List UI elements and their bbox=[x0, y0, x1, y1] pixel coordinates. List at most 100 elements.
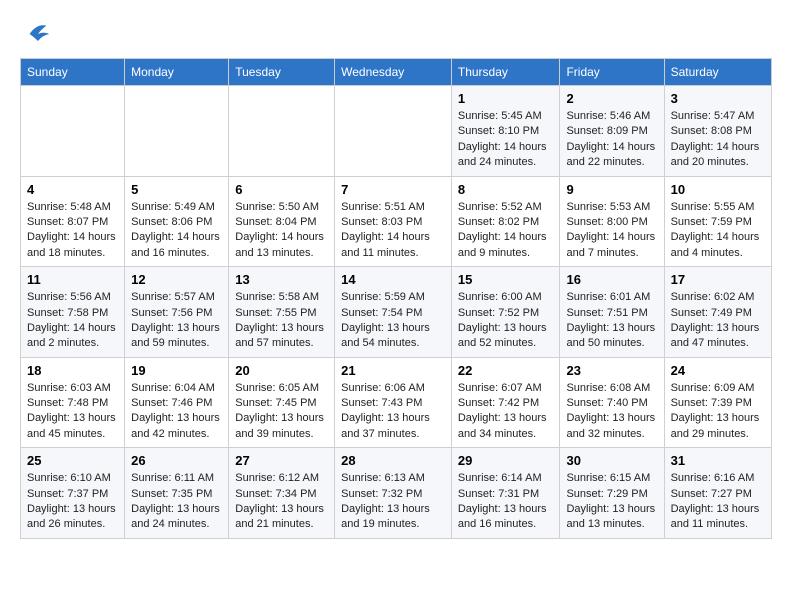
day-number: 15 bbox=[458, 272, 554, 287]
calendar-cell: 17 Sunrise: 6:02 AMSunset: 7:49 PMDayligh… bbox=[664, 267, 771, 358]
calendar-week-1: 1Sunrise: 5:45 AMSunset: 8:10 PMDaylight… bbox=[21, 86, 772, 177]
day-number: 9 bbox=[566, 182, 657, 197]
header-row: SundayMondayTuesdayWednesdayThursdayFrid… bbox=[21, 59, 772, 86]
day-number: 31 bbox=[671, 453, 765, 468]
calendar-cell: 1Sunrise: 5:45 AMSunset: 8:10 PMDaylight… bbox=[451, 86, 560, 177]
calendar-cell: 15 Sunrise: 6:00 AMSunset: 7:52 PMDayligh… bbox=[451, 267, 560, 358]
day-info: Sunrise: 6:06 AMSunset: 7:43 PMDaylight:… bbox=[341, 381, 445, 443]
day-number: 20 bbox=[235, 363, 328, 378]
calendar-cell: 31 Sunrise: 6:16 AMSunset: 7:27 PMDayligh… bbox=[664, 448, 771, 539]
calendar-cell: 30 Sunrise: 6:15 AMSunset: 7:29 PMDayligh… bbox=[560, 448, 664, 539]
calendar-cell: 25Sunrise: 6:10 AMSunset: 7:37 PMDayligh… bbox=[21, 448, 125, 539]
day-number: 22 bbox=[458, 363, 554, 378]
day-info: Sunrise: 5:52 AMSunset: 8:02 PMDaylight:… bbox=[458, 200, 554, 262]
day-info: Sunrise: 6:15 AMSunset: 7:29 PMDaylight:… bbox=[566, 471, 657, 533]
calendar-cell: 24 Sunrise: 6:09 AMSunset: 7:39 PMDayligh… bbox=[664, 357, 771, 448]
page-header bbox=[20, 20, 772, 48]
day-number: 17 bbox=[671, 272, 765, 287]
calendar-week-2: 4 Sunrise: 5:48 AMSunset: 8:07 PMDaylight… bbox=[21, 176, 772, 267]
day-info: Sunrise: 6:00 AMSunset: 7:52 PMDaylight:… bbox=[458, 290, 554, 352]
calendar-cell: 6 Sunrise: 5:50 AMSunset: 8:04 PMDaylight… bbox=[229, 176, 335, 267]
day-info: Sunrise: 5:53 AMSunset: 8:00 PMDaylight:… bbox=[566, 200, 657, 262]
calendar-cell: 10Sunrise: 5:55 AMSunset: 7:59 PMDayligh… bbox=[664, 176, 771, 267]
calendar-cell: 5 Sunrise: 5:49 AMSunset: 8:06 PMDaylight… bbox=[125, 176, 229, 267]
day-number: 19 bbox=[131, 363, 222, 378]
day-info: Sunrise: 5:47 AMSunset: 8:08 PMDaylight:… bbox=[671, 109, 765, 171]
day-number: 8 bbox=[458, 182, 554, 197]
day-header-saturday: Saturday bbox=[664, 59, 771, 86]
day-number: 4 bbox=[27, 182, 118, 197]
day-number: 25 bbox=[27, 453, 118, 468]
calendar-week-5: 25Sunrise: 6:10 AMSunset: 7:37 PMDayligh… bbox=[21, 448, 772, 539]
calendar-cell: 7 Sunrise: 5:51 AMSunset: 8:03 PMDaylight… bbox=[335, 176, 452, 267]
calendar-cell: 28Sunrise: 6:13 AMSunset: 7:32 PMDayligh… bbox=[335, 448, 452, 539]
calendar-cell: 27Sunrise: 6:12 AMSunset: 7:34 PMDayligh… bbox=[229, 448, 335, 539]
calendar-cell: 2Sunrise: 5:46 AMSunset: 8:09 PMDaylight… bbox=[560, 86, 664, 177]
calendar-cell: 13Sunrise: 5:58 AMSunset: 7:55 PMDayligh… bbox=[229, 267, 335, 358]
day-info: Sunrise: 5:50 AMSunset: 8:04 PMDaylight:… bbox=[235, 200, 328, 262]
calendar-cell: 21 Sunrise: 6:06 AMSunset: 7:43 PMDayligh… bbox=[335, 357, 452, 448]
day-number: 27 bbox=[235, 453, 328, 468]
day-info: Sunrise: 6:05 AMSunset: 7:45 PMDaylight:… bbox=[235, 381, 328, 443]
calendar-cell: 11 Sunrise: 5:56 AMSunset: 7:58 PMDayligh… bbox=[21, 267, 125, 358]
day-number: 24 bbox=[671, 363, 765, 378]
day-number: 21 bbox=[341, 363, 445, 378]
day-number: 29 bbox=[458, 453, 554, 468]
calendar-cell: 12 Sunrise: 5:57 AMSunset: 7:56 PMDayligh… bbox=[125, 267, 229, 358]
day-number: 26 bbox=[131, 453, 222, 468]
day-info: Sunrise: 6:03 AMSunset: 7:48 PMDaylight:… bbox=[27, 381, 118, 443]
day-info: Sunrise: 5:57 AMSunset: 7:56 PMDaylight:… bbox=[131, 290, 222, 352]
calendar-cell: 29 Sunrise: 6:14 AMSunset: 7:31 PMDayligh… bbox=[451, 448, 560, 539]
calendar-cell: 26 Sunrise: 6:11 AMSunset: 7:35 PMDayligh… bbox=[125, 448, 229, 539]
calendar-cell: 18 Sunrise: 6:03 AMSunset: 7:48 PMDayligh… bbox=[21, 357, 125, 448]
calendar-cell: 3 Sunrise: 5:47 AMSunset: 8:08 PMDaylight… bbox=[664, 86, 771, 177]
day-info: Sunrise: 5:45 AMSunset: 8:10 PMDaylight:… bbox=[458, 109, 554, 171]
day-info: Sunrise: 6:02 AMSunset: 7:49 PMDaylight:… bbox=[671, 290, 765, 352]
day-info: Sunrise: 5:48 AMSunset: 8:07 PMDaylight:… bbox=[27, 200, 118, 262]
day-info: Sunrise: 6:08 AMSunset: 7:40 PMDaylight:… bbox=[566, 381, 657, 443]
calendar-cell bbox=[335, 86, 452, 177]
day-number: 5 bbox=[131, 182, 222, 197]
day-number: 10 bbox=[671, 182, 765, 197]
calendar-cell: 14Sunrise: 5:59 AMSunset: 7:54 PMDayligh… bbox=[335, 267, 452, 358]
calendar-cell: 4 Sunrise: 5:48 AMSunset: 8:07 PMDaylight… bbox=[21, 176, 125, 267]
day-number: 18 bbox=[27, 363, 118, 378]
calendar-cell: 9 Sunrise: 5:53 AMSunset: 8:00 PMDaylight… bbox=[560, 176, 664, 267]
day-header-monday: Monday bbox=[125, 59, 229, 86]
logo bbox=[20, 20, 52, 48]
calendar-week-3: 11 Sunrise: 5:56 AMSunset: 7:58 PMDayligh… bbox=[21, 267, 772, 358]
calendar-table: SundayMondayTuesdayWednesdayThursdayFrid… bbox=[20, 58, 772, 539]
day-header-sunday: Sunday bbox=[21, 59, 125, 86]
day-info: Sunrise: 5:49 AMSunset: 8:06 PMDaylight:… bbox=[131, 200, 222, 262]
calendar-cell bbox=[125, 86, 229, 177]
day-number: 16 bbox=[566, 272, 657, 287]
calendar-cell: 8 Sunrise: 5:52 AMSunset: 8:02 PMDaylight… bbox=[451, 176, 560, 267]
day-number: 30 bbox=[566, 453, 657, 468]
calendar-week-4: 18 Sunrise: 6:03 AMSunset: 7:48 PMDayligh… bbox=[21, 357, 772, 448]
day-number: 12 bbox=[131, 272, 222, 287]
calendar-header: SundayMondayTuesdayWednesdayThursdayFrid… bbox=[21, 59, 772, 86]
day-info: Sunrise: 5:58 AMSunset: 7:55 PMDaylight:… bbox=[235, 290, 328, 352]
day-info: Sunrise: 6:14 AMSunset: 7:31 PMDaylight:… bbox=[458, 471, 554, 533]
day-number: 23 bbox=[566, 363, 657, 378]
day-info: Sunrise: 6:07 AMSunset: 7:42 PMDaylight:… bbox=[458, 381, 554, 443]
day-info: Sunrise: 5:51 AMSunset: 8:03 PMDaylight:… bbox=[341, 200, 445, 262]
day-info: Sunrise: 6:09 AMSunset: 7:39 PMDaylight:… bbox=[671, 381, 765, 443]
day-number: 3 bbox=[671, 91, 765, 106]
day-number: 7 bbox=[341, 182, 445, 197]
calendar-body: 1Sunrise: 5:45 AMSunset: 8:10 PMDaylight… bbox=[21, 86, 772, 539]
day-number: 11 bbox=[27, 272, 118, 287]
calendar-cell bbox=[21, 86, 125, 177]
logo-bird-icon bbox=[24, 20, 52, 48]
day-info: Sunrise: 6:16 AMSunset: 7:27 PMDaylight:… bbox=[671, 471, 765, 533]
calendar-cell: 20 Sunrise: 6:05 AMSunset: 7:45 PMDayligh… bbox=[229, 357, 335, 448]
day-info: Sunrise: 5:56 AMSunset: 7:58 PMDaylight:… bbox=[27, 290, 118, 352]
calendar-cell: 23 Sunrise: 6:08 AMSunset: 7:40 PMDayligh… bbox=[560, 357, 664, 448]
day-number: 6 bbox=[235, 182, 328, 197]
day-info: Sunrise: 6:11 AMSunset: 7:35 PMDaylight:… bbox=[131, 471, 222, 533]
day-header-thursday: Thursday bbox=[451, 59, 560, 86]
calendar-cell: 16Sunrise: 6:01 AMSunset: 7:51 PMDayligh… bbox=[560, 267, 664, 358]
day-info: Sunrise: 5:46 AMSunset: 8:09 PMDaylight:… bbox=[566, 109, 657, 171]
day-header-wednesday: Wednesday bbox=[335, 59, 452, 86]
day-number: 28 bbox=[341, 453, 445, 468]
